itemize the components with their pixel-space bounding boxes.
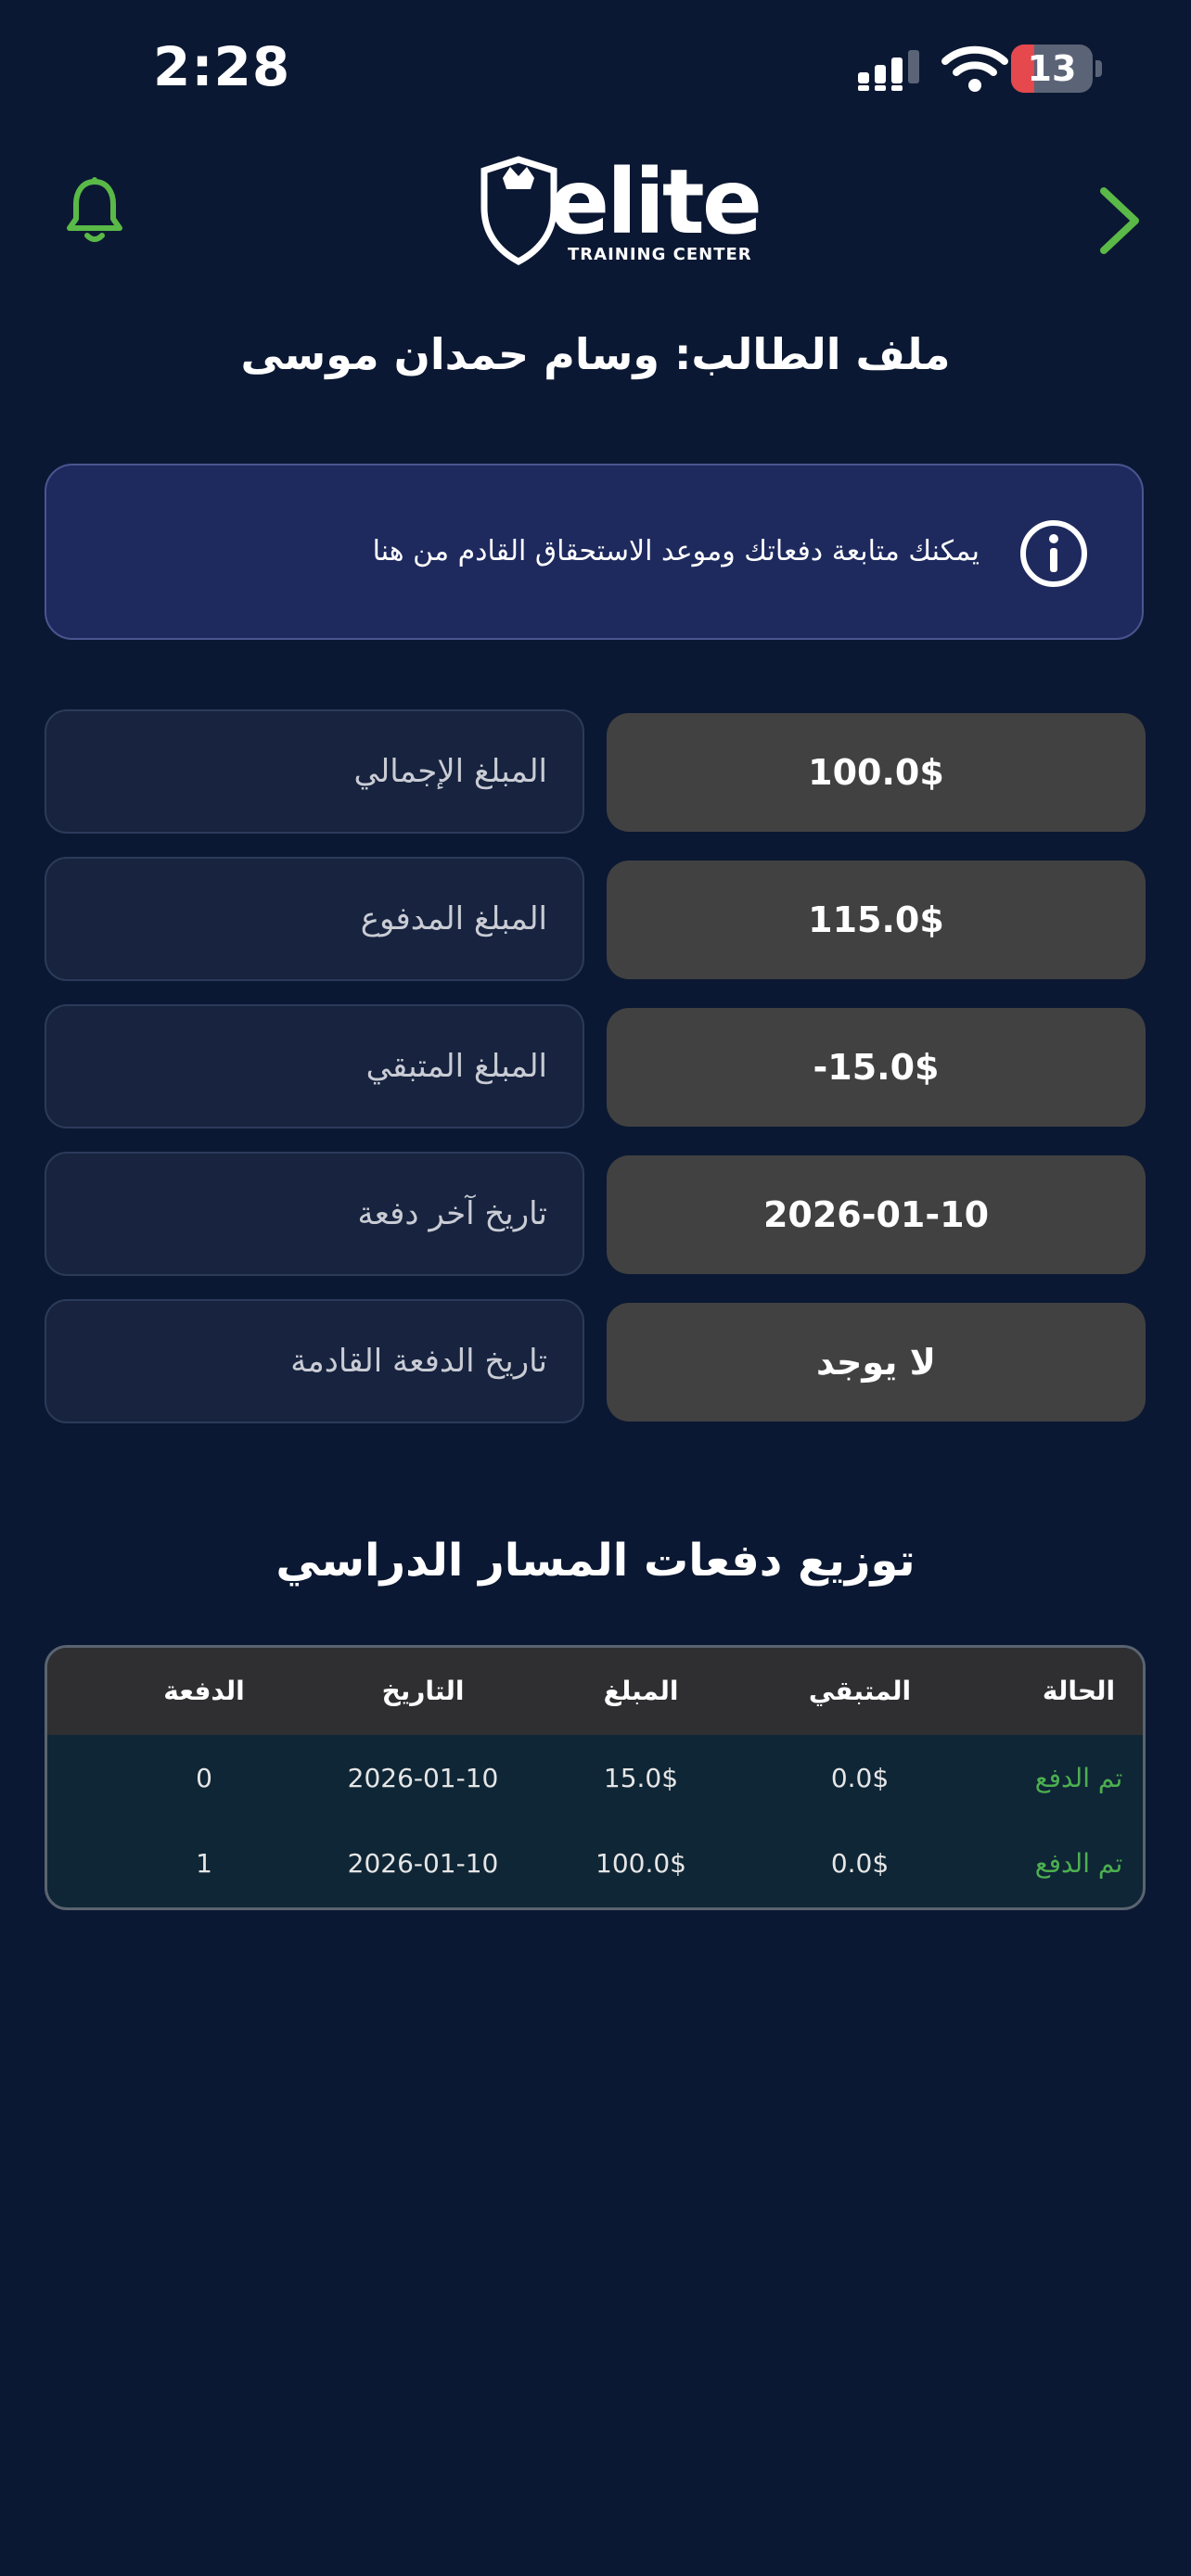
next-payment-date-label: تاريخ الدفعة القادمة — [290, 1343, 547, 1380]
next-payment-date-label-box: تاريخ الدفعة القادمة — [45, 1299, 584, 1423]
paid-amount-value: 115.0$ — [607, 861, 1146, 979]
cell-installment: 0 — [196, 1763, 212, 1793]
signal-icon — [858, 50, 919, 91]
table-row: 0 2026-01-10 15.0$ 0.0$ تم الدفع — [47, 1735, 1143, 1822]
remaining-amount-value: -15.0$ — [607, 1008, 1146, 1127]
column-header-amount: المبلغ — [603, 1676, 679, 1706]
cell-remaining: 0.0$ — [830, 1763, 890, 1793]
bell-icon[interactable] — [65, 176, 124, 245]
battery-level: 13 — [1027, 48, 1077, 89]
remaining-amount-label-box: المبلغ المتبقي — [45, 1004, 584, 1129]
cell-amount: 100.0$ — [596, 1848, 686, 1879]
next-payment-date-value: لا يوجد — [607, 1303, 1146, 1422]
chevron-right-icon[interactable] — [1096, 185, 1143, 256]
info-icon — [1020, 520, 1087, 587]
cell-status: تم الدفع — [1034, 1848, 1123, 1879]
battery-indicator: 13 — [1011, 45, 1104, 93]
column-header-status: الحالة — [1042, 1676, 1116, 1706]
cell-date: 2026-01-10 — [347, 1763, 499, 1793]
table-header: الدفعة التاريخ المبلغ المتبقي الحالة — [47, 1648, 1143, 1735]
banner-text: يمكنك متابعة دفعاتك وموعد الاستحقاق القا… — [372, 535, 980, 567]
total-amount-value: 100.0$ — [607, 713, 1146, 832]
paid-amount-label-box: المبلغ المدفوع — [45, 857, 584, 981]
payments-section-title: توزيع دفعات المسار الدراسي — [275, 1535, 916, 1587]
total-amount-label-box: المبلغ الإجمالي — [45, 709, 584, 834]
cell-installment: 1 — [196, 1848, 212, 1879]
column-header-date: التاريخ — [381, 1676, 465, 1706]
column-header-remaining: المتبقي — [808, 1676, 912, 1706]
page-title: ملف الطالب: وسام حمدان موسى — [240, 329, 951, 379]
cell-remaining: 0.0$ — [830, 1848, 890, 1879]
total-amount-label: المبلغ الإجمالي — [353, 753, 547, 790]
last-payment-date-value: 2026-01-10 — [607, 1155, 1146, 1274]
logo-subtitle: TRAINING CENTER — [568, 245, 752, 264]
column-header-installment: الدفعة — [163, 1676, 245, 1706]
remaining-amount-label: المبلغ المتبقي — [365, 1048, 547, 1085]
elite-logo: elite TRAINING CENTER — [475, 148, 762, 269]
table-row: 1 2026-01-10 100.0$ 0.0$ تم الدفع — [47, 1820, 1143, 1907]
cell-status: تم الدفع — [1034, 1763, 1123, 1793]
payments-table: الدفعة التاريخ المبلغ المتبقي الحالة 0 2… — [45, 1645, 1146, 1910]
info-banner: يمكنك متابعة دفعاتك وموعد الاستحقاق القا… — [45, 464, 1144, 640]
last-payment-date-label: تاريخ آخر دفعة — [357, 1195, 547, 1232]
cell-date: 2026-01-10 — [347, 1848, 499, 1879]
cell-amount: 15.0$ — [603, 1763, 679, 1793]
last-payment-date-label-box: تاريخ آخر دفعة — [45, 1152, 584, 1276]
logo-text: elite — [549, 150, 762, 254]
paid-amount-label: المبلغ المدفوع — [360, 900, 547, 937]
status-time: 2:28 — [153, 35, 291, 98]
wifi-icon — [941, 45, 1008, 92]
